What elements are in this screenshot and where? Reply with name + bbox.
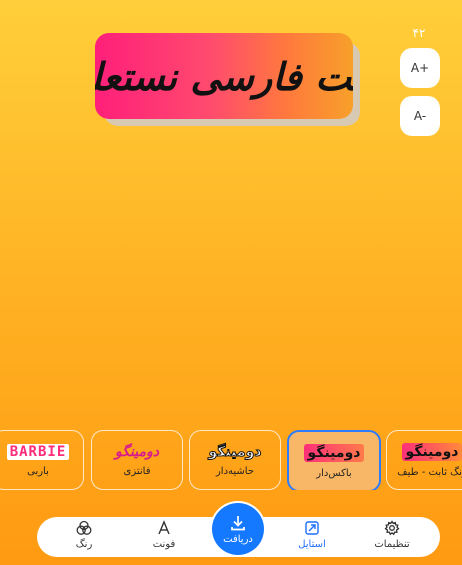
download-label: دریافت (223, 533, 253, 545)
style-card-boxed[interactable]: دومینگو باکس‌دار (287, 430, 381, 490)
style-label: حاشیه‌دار (215, 465, 255, 477)
nav-style[interactable]: استایل (277, 520, 347, 556)
style-sample: دومینگو (115, 443, 159, 460)
preview-text: فونت فارسی نستعلیق (95, 53, 353, 99)
nav-font[interactable]: فونت (129, 520, 199, 556)
decrease-size-button[interactable]: A- (400, 96, 440, 136)
style-card-fantasy[interactable]: دومینگو فانتزی (91, 430, 183, 490)
nav-style-label: استایل (298, 539, 326, 550)
download-icon (231, 515, 245, 530)
style-label: باکس‌دار (316, 467, 352, 479)
style-label: باربی (27, 465, 49, 477)
font-icon (158, 520, 170, 535)
style-sample: دومینگو (208, 443, 262, 460)
nav-color-label: رنگ (75, 539, 93, 550)
nav-font-label: فونت (152, 539, 176, 550)
style-label: فانتزی (123, 465, 151, 477)
style-sample: دومینگو (303, 443, 365, 462)
style-sample: دومینگو (401, 442, 462, 461)
style-card-gradient[interactable]: دومینگو رنگ ثابت - طیف (386, 430, 462, 490)
increase-size-button[interactable]: A+ (400, 48, 440, 88)
style-icon (305, 521, 319, 535)
font-size-value: ۴۲ (412, 26, 426, 40)
nav-settings[interactable]: تنظیمات (357, 520, 427, 556)
color-circles-icon (76, 520, 92, 535)
style-label: رنگ ثابت - طیف (397, 466, 462, 478)
text-preview-box[interactable]: فونت فارسی نستعلیق (95, 33, 353, 119)
gear-icon (384, 520, 400, 536)
style-card-outlined[interactable]: دومینگو حاشیه‌دار (189, 430, 281, 490)
style-sample: BARBIE (6, 443, 70, 460)
style-carousel[interactable]: BARBIE باربی دومینگو فانتزی دومینگو حاشی… (0, 430, 462, 490)
style-card-barbie[interactable]: BARBIE باربی (0, 430, 84, 490)
download-button[interactable]: دریافت (212, 503, 264, 555)
nav-color[interactable]: رنگ (49, 520, 119, 556)
nav-settings-label: تنظیمات (374, 539, 410, 550)
